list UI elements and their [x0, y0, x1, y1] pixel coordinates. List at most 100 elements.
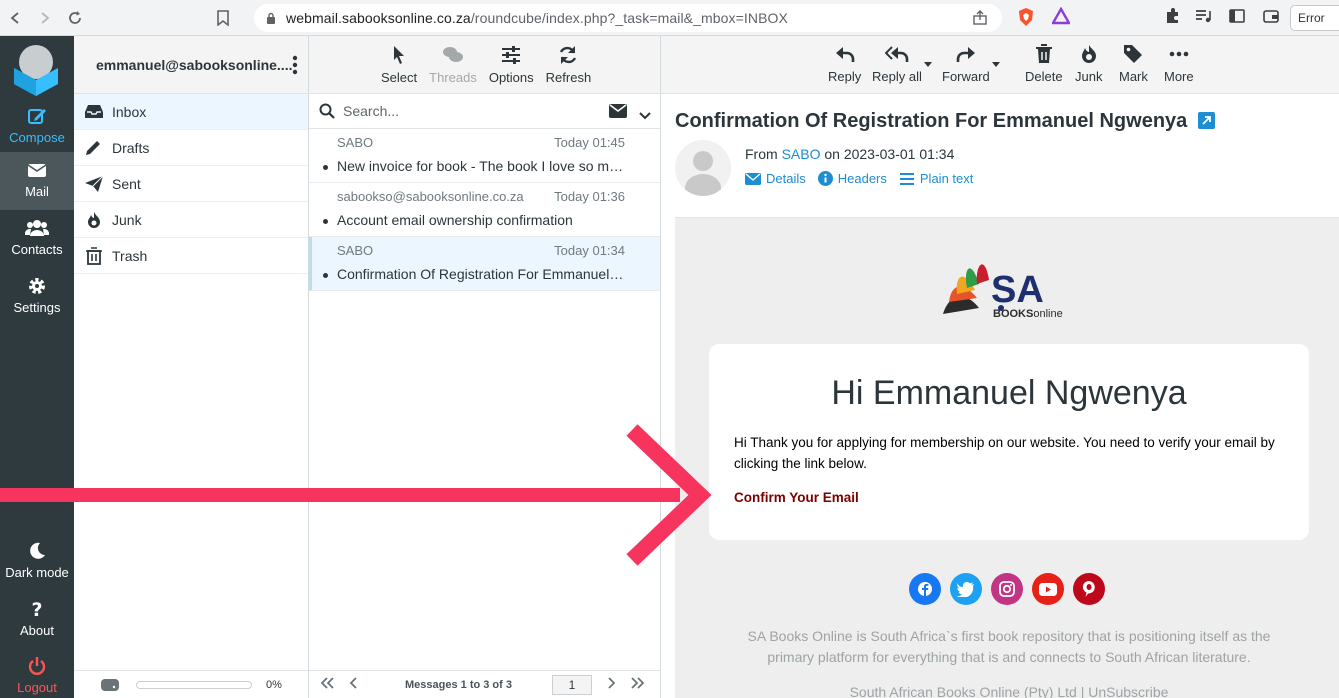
folder-junk[interactable]: Junk: [74, 202, 308, 238]
settings-nav-button[interactable]: Settings: [0, 268, 74, 326]
folder-trash[interactable]: Trash: [74, 238, 308, 274]
sender-link[interactable]: SABO: [782, 146, 821, 162]
message-row-selected[interactable]: SABO Today 01:34 Confirmation Of Registr…: [309, 237, 660, 291]
headers-link[interactable]: Headers: [817, 171, 887, 186]
search-icon: [319, 103, 335, 119]
page-number: 1: [568, 677, 576, 692]
select-label: Select: [381, 70, 418, 85]
list-pagination: Messages 1 to 3 of 3 1: [309, 670, 661, 698]
logo-online-text: online: [1033, 308, 1062, 320]
trash-icon: [86, 246, 102, 265]
delete-label: Delete: [1025, 69, 1063, 84]
svg-text:?: ?: [31, 599, 42, 619]
select-button[interactable]: Select: [381, 45, 417, 85]
mark-button[interactable]: Mark: [1119, 44, 1148, 84]
prev-page-icon[interactable]: [349, 677, 359, 692]
browser-error-badge[interactable]: Error: [1290, 5, 1339, 31]
dark-mode-button[interactable]: Dark mode: [0, 533, 74, 591]
email-card: Hi Emmanuel Ngwenya Hi Thank you for app…: [709, 344, 1309, 540]
youtube-icon[interactable]: [1032, 573, 1064, 605]
junk-button[interactable]: Junk: [1075, 44, 1102, 84]
details-link[interactable]: Details: [745, 171, 806, 186]
facebook-icon[interactable]: [909, 573, 941, 605]
folder-inbox[interactable]: Inbox: [74, 94, 308, 130]
options-button[interactable]: Options: [489, 45, 534, 85]
message-date: Today 01:36: [554, 189, 625, 204]
from-prefix: From: [745, 146, 778, 162]
reply-button[interactable]: Reply: [828, 44, 861, 84]
about-button[interactable]: ? About: [0, 591, 74, 649]
about-label: About: [20, 623, 54, 638]
brave-rewards-icon[interactable]: [1050, 6, 1072, 30]
folder-sent[interactable]: Sent: [74, 166, 308, 202]
brave-shield-icon[interactable]: [1017, 7, 1035, 32]
compose-button[interactable]: Compose: [0, 98, 74, 156]
threads-button[interactable]: Threads: [429, 45, 477, 85]
folder-pane: emmanuel@sabooksonline.... Inbox Drafts …: [74, 36, 309, 698]
roundcube-logo-icon[interactable]: [8, 40, 64, 96]
email-from-line: From SABO on 2023-03-01 01:34: [745, 146, 954, 162]
header-links: Details Headers Plain text: [745, 171, 985, 186]
envelope-icon: [27, 164, 47, 177]
dark-mode-label: Dark mode: [5, 565, 69, 580]
delete-button[interactable]: Delete: [1025, 44, 1063, 84]
page-number-input[interactable]: 1: [552, 674, 592, 695]
unread-dot: [323, 219, 328, 224]
bookmark-icon[interactable]: [210, 9, 236, 26]
plain-text-link[interactable]: Plain text: [899, 171, 973, 186]
fire-icon: [88, 211, 100, 228]
email-paragraph: Hi Thank you for applying for membership…: [734, 435, 1275, 471]
mail-label: Mail: [25, 184, 49, 199]
open-in-new-window-icon[interactable]: [1197, 112, 1215, 135]
refresh-icon: [560, 46, 577, 64]
options-label: Options: [488, 70, 534, 85]
address-bar[interactable]: webmail.sabooksonline.co.za/roundcube/in…: [254, 4, 1002, 32]
reply-all-label: Reply all: [872, 69, 922, 84]
refresh-button[interactable]: Refresh: [546, 45, 591, 85]
quota-bar: [136, 680, 252, 689]
last-page-icon[interactable]: [630, 677, 646, 692]
align-left-icon: [899, 172, 914, 185]
more-button[interactable]: More: [1164, 44, 1194, 84]
reload-icon[interactable]: [60, 0, 90, 36]
wallet-icon[interactable]: [1262, 7, 1280, 30]
email-subject-text: Confirmation Of Registration For Emmanue…: [675, 110, 1188, 132]
confirm-email-link[interactable]: Confirm Your Email: [734, 490, 859, 505]
extensions-icon[interactable]: [1164, 7, 1182, 30]
chevron-down-icon[interactable]: [639, 107, 651, 125]
contacts-label: Contacts: [11, 242, 63, 257]
account-menu-icon[interactable]: [292, 55, 298, 78]
media-controls-icon[interactable]: [1194, 7, 1212, 30]
message-row[interactable]: SABO Today 01:45 New invoice for book - …: [309, 129, 660, 183]
message-date: Today 01:34: [554, 243, 625, 258]
message-row[interactable]: sabookso@sabooksonline.co.za Today 01:36…: [309, 183, 660, 237]
sidebar-icon[interactable]: [1228, 7, 1246, 30]
forward-label: Forward: [942, 69, 990, 84]
forward-dropdown-icon[interactable]: [992, 62, 1000, 67]
next-page-icon[interactable]: [606, 677, 616, 692]
back-icon[interactable]: [0, 0, 30, 36]
envelope-filter-icon[interactable]: [609, 104, 627, 123]
reply-all-button[interactable]: Reply all: [872, 44, 922, 84]
message-subject: Account email ownership confirmation: [337, 212, 573, 228]
pinterest-icon[interactable]: [1073, 573, 1105, 605]
inbox-icon: [85, 104, 103, 118]
share-icon[interactable]: [972, 10, 988, 31]
twitter-icon[interactable]: [950, 573, 982, 605]
forward-nav-icon[interactable]: [30, 0, 60, 36]
forward-button[interactable]: Forward: [942, 44, 990, 84]
first-page-icon[interactable]: [319, 677, 335, 692]
account-name: emmanuel@sabooksonline....: [96, 56, 293, 73]
folder-label: Trash: [112, 247, 148, 264]
search-input[interactable]: [343, 103, 583, 119]
folder-drafts[interactable]: Drafts: [74, 130, 308, 166]
contacts-nav-button[interactable]: Contacts: [0, 210, 74, 268]
sa-books-online-logo: SA BOOKSonline: [939, 250, 1079, 327]
email-footer-text: SA Books Online is South Africa`s first …: [747, 628, 1271, 665]
reply-all-dropdown-icon[interactable]: [924, 62, 932, 67]
logout-button[interactable]: Logout: [0, 648, 74, 698]
sender-avatar: [675, 140, 731, 196]
mail-nav-button[interactable]: Mail: [0, 152, 74, 210]
folder-label: Junk: [112, 211, 142, 228]
instagram-icon[interactable]: [991, 573, 1023, 605]
